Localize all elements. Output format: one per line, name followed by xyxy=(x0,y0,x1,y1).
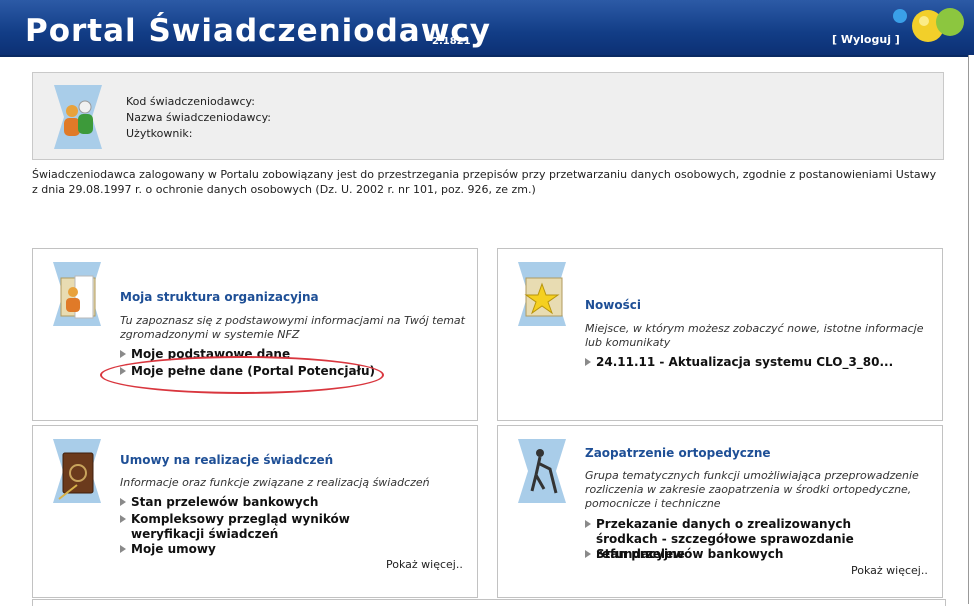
link-przeglad-weryfikacji[interactable]: Kompleksowy przegląd wyników weryfikacji… xyxy=(120,512,421,542)
panel-zaopatrzenie-desc: Grupa tematycznych funkcji umożliwiająca… xyxy=(585,469,919,510)
panel-zaopatrzenie-title[interactable]: Zaopatrzenie ortopedyczne xyxy=(585,446,771,460)
highlight-oval xyxy=(100,356,384,394)
show-more-umowy[interactable]: Pokaż więcej.. xyxy=(386,558,463,571)
panel-nowosci: Nowości Miejsce, w którym możesz zobaczy… xyxy=(497,248,943,421)
next-panel-edge xyxy=(32,599,946,606)
panel-nowosci-desc: Miejsce, w którym możesz zobaczyć nowe, … xyxy=(585,322,924,349)
provider-info-box: Kod świadczeniodawcy: Nazwa świadczeniod… xyxy=(32,72,944,160)
panel-struktura-desc: Tu zapoznasz się z podstawowymi informac… xyxy=(120,314,465,341)
panel-struktura: Moja struktura organizacyjna Tu zapoznas… xyxy=(32,248,478,421)
panel-struktura-title[interactable]: Moja struktura organizacyjna xyxy=(120,290,319,304)
panel-umowy: Umowy na realizacje świadczeń Informacje… xyxy=(32,425,478,598)
folder-user-icon xyxy=(53,262,101,326)
link-moje-umowy[interactable]: Moje umowy xyxy=(120,542,216,557)
link-stan-przelewow-zaop[interactable]: Stan przelewów bankowych xyxy=(585,547,783,562)
portal-version: 2.1821 xyxy=(432,36,471,47)
provider-code-label: Kod świadczeniodawcy: xyxy=(126,95,255,108)
link-news-item[interactable]: 24.11.11 - Aktualizacja systemu CLO_3_80… xyxy=(585,355,893,370)
panel-nowosci-title[interactable]: Nowości xyxy=(585,298,641,312)
provider-name-label: Nazwa świadczeniodawcy: xyxy=(126,111,272,124)
link-stan-przelewow[interactable]: Stan przelewów bankowych xyxy=(120,495,431,510)
data-protection-notice: Świadczeniodawca zalogowany w Portalu zo… xyxy=(32,168,937,196)
star-folder-icon xyxy=(518,262,566,326)
portal-title: Portal Świadczeniodawcy xyxy=(25,13,491,49)
user-label: Użytkownik: xyxy=(126,127,193,140)
panel-zaopatrzenie: Zaopatrzenie ortopedyczne Grupa tematycz… xyxy=(497,425,943,598)
scrollbar-edge xyxy=(968,55,974,604)
users-icon xyxy=(54,85,102,149)
panel-umowy-title[interactable]: Umowy na realizacje świadczeń xyxy=(120,453,333,467)
crutch-icon xyxy=(518,439,566,503)
panel-umowy-desc: Informacje oraz funkcje związane z reali… xyxy=(120,476,430,489)
portal-header: Portal Świadczeniodawcy 2.1821 [ Wyloguj… xyxy=(0,0,974,57)
logo-balls-icon xyxy=(893,8,964,42)
show-more-zaopatrzenie[interactable]: Pokaż więcej.. xyxy=(851,564,928,577)
contract-book-icon xyxy=(53,439,101,503)
